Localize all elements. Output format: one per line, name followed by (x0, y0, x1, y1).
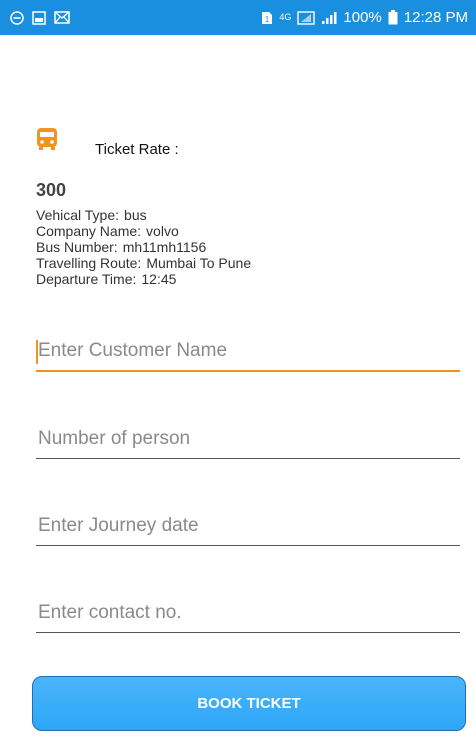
ticket-price: 300 (36, 180, 67, 200)
signal-icon (321, 11, 337, 25)
ticket-rate-label: Ticket Rate : (95, 141, 179, 158)
battery-icon (388, 10, 398, 25)
detail-company-name: Company Name: volvo (36, 223, 179, 239)
network-icon (297, 10, 316, 25)
bus-icon (36, 127, 58, 156)
image-icon (32, 10, 46, 25)
status-bar: 1 4G 100% 12:28 PM (0, 0, 476, 35)
customer-name-input[interactable] (36, 340, 460, 372)
book-ticket-button[interactable]: BOOK TICKET (32, 676, 466, 731)
detail-vehicle-type: Vehical Type: bus (36, 207, 147, 223)
text-cursor (36, 340, 38, 364)
4g-icon: 4G (279, 12, 292, 22)
battery-percentage: 100% (343, 9, 382, 26)
contact-number-input[interactable] (36, 602, 460, 633)
svg-text:1: 1 (265, 15, 270, 24)
minus-circle-icon (10, 10, 24, 25)
mail-icon (54, 11, 70, 24)
book-ticket-label: BOOK TICKET (197, 695, 301, 712)
sim-icon: 1 (261, 11, 273, 25)
clock: 12:28 PM (403, 9, 468, 26)
detail-travelling-route: Travelling Route: Mumbai To Pune (36, 255, 252, 271)
journey-date-input[interactable] (36, 515, 460, 546)
ticket-details: Vehical Type: bus Company Name: volvo Bus … (36, 207, 251, 287)
detail-departure-time: Departure Time: 12:45 (36, 271, 177, 287)
detail-bus-number: Bus Number: mh11mh1156 (36, 239, 207, 255)
number-of-person-input[interactable] (36, 428, 460, 459)
